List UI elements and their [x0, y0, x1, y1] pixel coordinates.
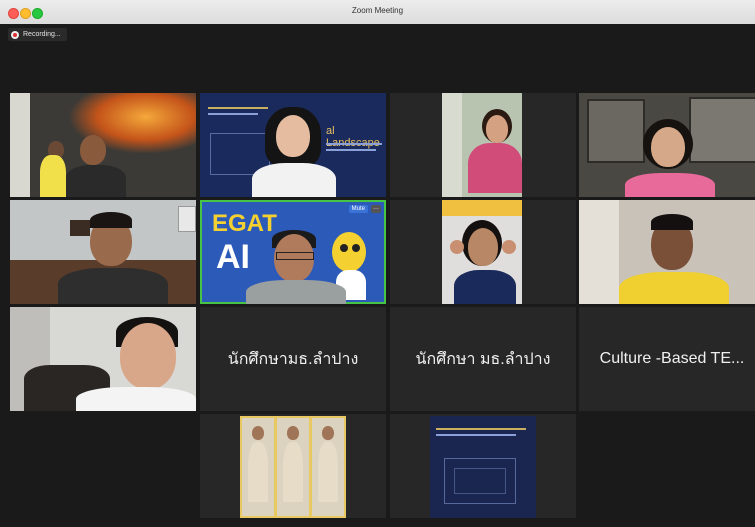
egat-banner-bottom: AI: [216, 238, 250, 276]
participant-tile-name-1[interactable]: นักศึกษามธ.ลำปาง: [200, 307, 386, 411]
title-bar: Zoom Meeting: [0, 0, 755, 25]
recording-label: Recording...: [23, 31, 61, 38]
participant-video-9[interactable]: [10, 307, 196, 411]
egat-banner-top: EGAT: [212, 210, 277, 237]
participant-video-2[interactable]: al Landscape: [200, 93, 386, 197]
participant-tile-name-2[interactable]: นักศึกษา มธ.ลำปาง: [390, 307, 576, 411]
participant-tile-name-3[interactable]: Culture -Based TE...: [579, 307, 755, 411]
meeting-content: Recording... al Landscape: [0, 24, 755, 527]
participant-video-6-active-speaker[interactable]: EGAT AI Mute ···: [200, 200, 386, 304]
participant-video-3[interactable]: [390, 93, 576, 197]
recording-indicator[interactable]: Recording...: [8, 28, 67, 41]
slide-title: al Landscape: [326, 125, 380, 149]
window-title: Zoom Meeting: [351, 6, 404, 15]
participant-video-8[interactable]: [579, 200, 755, 304]
participant-video-10[interactable]: [200, 414, 386, 518]
record-icon: [11, 30, 19, 39]
participant-video-7[interactable]: [390, 200, 576, 304]
participant-name-3: Culture -Based TE...: [599, 350, 745, 367]
more-options-button[interactable]: ···: [371, 205, 381, 213]
participant-video-4[interactable]: [579, 93, 755, 197]
participant-video-11-slide[interactable]: [390, 414, 576, 518]
participant-name-2: นักศึกษา มธ.ลำปาง: [415, 350, 551, 368]
mute-button[interactable]: Mute: [348, 205, 368, 213]
participant-video-5[interactable]: [10, 200, 196, 304]
participant-video-1[interactable]: [10, 93, 196, 197]
participant-name-1: นักศึกษามธ.ลำปาง: [227, 350, 359, 368]
